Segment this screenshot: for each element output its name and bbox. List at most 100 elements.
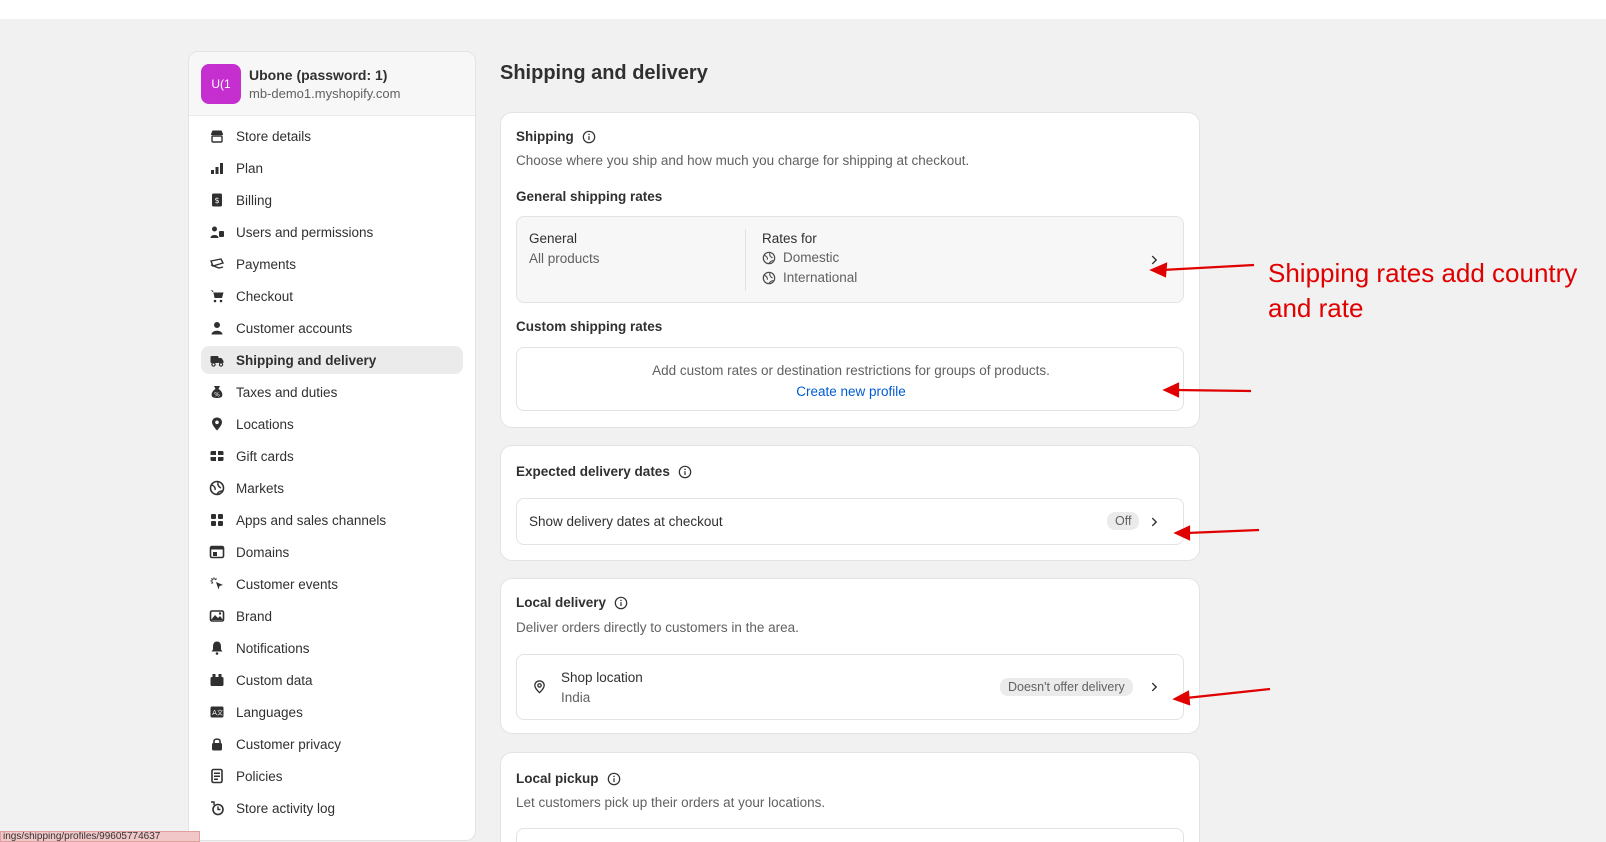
shipping-card: Shipping Choose where you ship and how m… [500,112,1200,428]
sidebar-item-customer-privacy[interactable]: Customer privacy [201,730,463,758]
expected-delivery-card: Expected delivery dates Show delivery da… [500,445,1200,561]
status-badge: Doesn't offer delivery [1000,678,1133,696]
rate-zone-international-label: International [783,270,858,285]
cart-icon [209,288,225,304]
sidebar-item-label: Billing [236,192,273,208]
settings-sidebar: U(1 Ubone (password: 1) mb-demo1.myshopi… [188,51,476,841]
language-icon: A文 [209,704,225,720]
sidebar-item-label: Customer privacy [236,736,342,752]
store-meta: Ubone (password: 1) mb-demo1.myshopify.c… [249,67,400,101]
local-delivery-card: Local delivery Deliver orders directly t… [500,578,1200,734]
rates-for-label: Rates for [762,231,817,246]
custom-rates-box: Add custom rates or destination restrict… [516,347,1184,411]
sidebar-item-label: Policies [236,768,283,784]
sidebar-item-label: Taxes and duties [236,384,338,400]
sidebar-item-notifications[interactable]: Notifications [201,634,463,662]
create-profile-link[interactable]: Create new profile [796,384,906,399]
expected-delivery-title-text: Expected delivery dates [516,464,670,479]
general-profile-scope: All products [529,251,600,266]
sidebar-item-store-details[interactable]: Store details [201,122,463,150]
sidebar-item-store-activity-log[interactable]: Store activity log [201,794,463,822]
cursor-click-icon [209,576,225,592]
sidebar-item-users-and-permissions[interactable]: Users and permissions [201,218,463,246]
sidebar-item-label: Store details [236,128,312,144]
local-pickup-card: Local pickup Let customers pick up their… [500,752,1200,842]
annotation-text: Shipping rates add country and rate [1268,256,1577,326]
delivery-dates-label: Show delivery dates at checkout [529,514,723,529]
location-pin-icon [534,680,545,694]
bell-icon [209,640,225,656]
sidebar-item-label: Languages [236,704,303,720]
chevron-right-icon[interactable] [1147,680,1161,694]
globe-icon [762,271,776,284]
lock-icon [209,736,225,752]
location-pin-icon [209,416,225,432]
info-icon[interactable] [582,130,596,144]
custom-rates-text: Add custom rates or destination restrict… [652,363,1050,378]
billing-icon: $ [209,192,225,208]
sidebar-item-label: Custom data [236,672,313,688]
sidebar-item-customer-events[interactable]: Customer events [201,570,463,598]
plan-icon [209,160,225,176]
store-domain: mb-demo1.myshopify.com [249,85,401,101]
sidebar-item-apps-and-sales-channels[interactable]: Apps and sales channels [201,506,463,534]
delivery-dates-row[interactable]: Show delivery dates at checkout Off [516,498,1184,545]
local-pickup-title: Local pickup [516,771,621,786]
general-profile-row[interactable]: General All products Rates for Domestic … [516,216,1184,303]
sidebar-item-label: Customer events [236,576,339,592]
general-profile-name: General [529,231,578,246]
sidebar-item-brand[interactable]: Brand [201,602,463,630]
sidebar-item-taxes-and-duties[interactable]: % Taxes and duties [201,378,463,406]
divider [745,229,746,291]
sidebar-item-policies[interactable]: Policies [201,762,463,790]
chevron-right-icon[interactable] [1147,253,1161,267]
sidebar-item-label: Brand [236,608,273,624]
sidebar-item-plan[interactable]: Plan [201,154,463,182]
shop-location-row[interactable]: Shop location India Doesn't offer delive… [516,654,1184,720]
sidebar-item-markets[interactable]: Markets [201,474,463,502]
info-icon[interactable] [614,596,628,610]
top-bar [0,0,1606,19]
rate-zone-international: International [762,270,857,285]
annotation-line-2: and rate [1268,293,1364,323]
globe-icon [762,251,776,264]
info-icon[interactable] [607,772,621,786]
rate-zone-domestic-label: Domestic [783,250,840,265]
sidebar-item-label: Payments [236,256,297,272]
sidebar-item-checkout[interactable]: Checkout [201,282,463,310]
settings-nav: Store details Plan $ Billing Users and permi… [189,116,475,822]
sidebar-item-gift-cards[interactable]: Gift cards [201,442,463,470]
sidebar-item-customer-accounts[interactable]: Customer accounts [201,314,463,342]
store-header[interactable]: U(1 Ubone (password: 1) mb-demo1.myshopi… [189,52,475,116]
pickup-location-row[interactable] [516,828,1184,842]
custom-rates-title: Custom shipping rates [516,319,663,334]
create-profile-wrap: Create new profile [517,383,1185,401]
sidebar-item-label: Domains [236,544,290,560]
globe-icon [209,480,225,496]
sidebar-item-languages[interactable]: A 文 Languages [201,698,463,726]
sidebar-item-label: Checkout [236,288,294,304]
general-rates-title: General shipping rates [516,189,663,204]
sidebar-item-label: Apps and sales channels [236,512,387,528]
sidebar-item-label: Locations [236,416,294,432]
sidebar-item-domains[interactable]: Domains [201,538,463,566]
gift-card-icon [209,448,225,464]
sidebar-item-label: Notifications [236,640,310,656]
sidebar-item-shipping-and-delivery[interactable]: Shipping and delivery [201,346,463,374]
sidebar-item-label: Users and permissions [236,224,374,240]
sidebar-item-custom-data[interactable]: Custom data [201,666,463,694]
local-delivery-description: Deliver orders directly to customers in … [516,620,799,635]
svg-text:$: $ [214,196,219,205]
location-country: India [561,690,591,705]
sidebar-item-label: Store activity log [236,800,336,816]
chevron-right-icon[interactable] [1147,515,1161,529]
sidebar-item-payments[interactable]: Payments [201,250,463,278]
brand-icon [209,608,225,624]
sidebar-item-billing[interactable]: $ Billing [201,186,463,214]
status-badge: Off [1107,512,1140,530]
info-icon[interactable] [678,465,692,479]
sidebar-item-locations[interactable]: Locations [201,410,463,438]
store-icon [209,128,225,144]
sidebar-item-label: Customer accounts [236,320,353,336]
users-icon [209,224,225,240]
